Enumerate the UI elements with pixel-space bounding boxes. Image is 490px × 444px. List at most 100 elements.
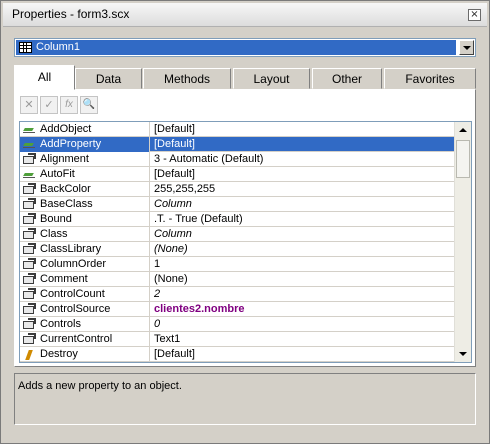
property-value[interactable]: 2 (154, 288, 160, 300)
property-icon (23, 198, 36, 209)
property-row[interactable]: BaseClass Column (20, 197, 455, 212)
property-name: BaseClass (40, 198, 93, 210)
property-value[interactable]: [Default] (154, 123, 195, 135)
property-row[interactable]: Alignment 3 - Automatic (Default) (20, 152, 455, 167)
title-bar[interactable]: Properties - form3.scx × (3, 3, 487, 27)
property-icon (23, 273, 36, 284)
property-name: BackColor (40, 183, 91, 195)
property-row[interactable]: Bound .T. - True (Default) (20, 212, 455, 227)
property-name: ControlCount (40, 288, 105, 300)
property-value[interactable]: [Default] (154, 348, 195, 360)
property-row[interactable]: AddObject [Default] (20, 122, 455, 137)
property-name-cell[interactable]: Comment (20, 272, 150, 287)
tab-data[interactable]: Data (75, 68, 142, 89)
property-name: ColumnOrder (40, 258, 107, 270)
scroll-up-button[interactable] (455, 122, 471, 138)
property-row[interactable]: Controls 0 (20, 317, 455, 332)
description-text: Adds a new property to an object. (18, 380, 182, 392)
property-name: AddObject (40, 123, 92, 135)
property-value[interactable]: 1 (154, 258, 160, 270)
description-pane: Adds a new property to an object. (14, 373, 476, 425)
scroll-thumb[interactable] (456, 140, 470, 178)
zoom-icon[interactable]: 🔍 (80, 96, 98, 114)
property-value[interactable]: 0 (154, 318, 160, 330)
properties-panel: ✕ ✓ fx 🔍 AddObject [Default] AddProperty [D… (14, 89, 476, 367)
vertical-scrollbar[interactable] (454, 122, 471, 362)
property-name: ClassLibrary (40, 243, 102, 255)
property-value[interactable]: (None) (154, 273, 188, 285)
property-name-cell[interactable]: Bound (20, 212, 150, 227)
property-icon (23, 333, 36, 344)
tab-favorites[interactable]: Favorites (384, 68, 476, 89)
property-name-cell[interactable]: ClassLibrary (20, 242, 150, 257)
property-name-cell[interactable]: ControlSource (20, 302, 150, 317)
property-value[interactable]: 255,255,255 (154, 183, 215, 195)
close-button[interactable]: × (468, 9, 481, 21)
property-value[interactable]: Column (154, 198, 192, 210)
method-icon (23, 170, 37, 179)
function-icon[interactable]: fx (60, 96, 78, 114)
window-title: Properties - form3.scx (12, 7, 130, 21)
property-name: Controls (40, 318, 81, 330)
property-value[interactable]: Column (154, 228, 192, 240)
tab-other[interactable]: Other (312, 68, 382, 89)
property-row[interactable]: ControlCount 2 (20, 287, 455, 302)
property-name-cell[interactable]: Class (20, 227, 150, 242)
tab-methods[interactable]: Methods (143, 68, 231, 89)
property-row[interactable]: AddProperty [Default] (20, 137, 455, 152)
property-row[interactable]: ControlSource clientes2.nombre (20, 302, 455, 317)
property-value[interactable]: (None) (154, 243, 188, 255)
property-name-cell[interactable]: ControlCount (20, 287, 150, 302)
property-name-cell[interactable]: BaseClass (20, 197, 150, 212)
property-row[interactable]: ClassLibrary (None) (20, 242, 455, 257)
property-name-cell[interactable]: ColumnOrder (20, 257, 150, 272)
tab-layout[interactable]: Layout (233, 68, 310, 89)
properties-window: Properties - form3.scx × Column1 All Dat… (0, 0, 490, 444)
property-row[interactable]: AutoFit [Default] (20, 167, 455, 182)
property-name-cell[interactable]: Destroy (20, 347, 150, 362)
combo-dropdown-button[interactable] (459, 40, 474, 55)
property-name-cell[interactable]: Controls (20, 317, 150, 332)
property-icon (23, 258, 36, 269)
property-row[interactable]: ColumnOrder 1 (20, 257, 455, 272)
property-icon (23, 288, 36, 299)
property-name: Alignment (40, 153, 89, 165)
property-row[interactable]: Class Column (20, 227, 455, 242)
property-name: AutoFit (40, 168, 75, 180)
property-row[interactable]: CurrentControl Text1 (20, 332, 455, 347)
property-icon (23, 228, 36, 239)
property-icon (23, 153, 36, 164)
property-value[interactable]: clientes2.nombre (154, 303, 244, 315)
property-name: Class (40, 228, 68, 240)
property-value[interactable]: Text1 (154, 333, 180, 345)
object-combo[interactable]: Column1 (14, 38, 476, 57)
scroll-down-button[interactable] (455, 346, 471, 362)
property-name-cell[interactable]: BackColor (20, 182, 150, 197)
property-name: Comment (40, 273, 88, 285)
cancel-icon[interactable]: ✕ (20, 96, 38, 114)
property-value[interactable]: [Default] (154, 138, 195, 150)
property-row[interactable]: Comment (None) (20, 272, 455, 287)
property-grid: AddObject [Default] AddProperty [Default] Al… (19, 121, 472, 363)
object-combo-value: Column1 (36, 41, 81, 53)
property-value[interactable]: [Default] (154, 168, 195, 180)
property-icon (23, 303, 36, 314)
property-row[interactable]: BackColor 255,255,255 (20, 182, 455, 197)
property-name-cell[interactable]: CurrentControl (20, 332, 150, 347)
property-name-cell[interactable]: Alignment (20, 152, 150, 167)
property-name: Bound (40, 213, 72, 225)
property-name: Destroy (40, 348, 78, 360)
property-name-cell[interactable]: AddObject (20, 122, 150, 137)
property-icon (23, 213, 36, 224)
property-value[interactable]: 3 - Automatic (Default) (154, 153, 263, 165)
tab-all[interactable]: All (14, 65, 75, 90)
property-icon (23, 183, 36, 194)
property-name-cell[interactable]: AutoFit (20, 167, 150, 182)
tab-strip: All Data Methods Layout Other Favorites (14, 65, 476, 90)
grid-icon (19, 42, 32, 53)
property-name-cell[interactable]: AddProperty (20, 137, 150, 152)
property-value[interactable]: .T. - True (Default) (154, 213, 243, 225)
accept-icon[interactable]: ✓ (40, 96, 58, 114)
method-icon (23, 125, 37, 134)
property-row[interactable]: Destroy [Default] (20, 347, 455, 362)
